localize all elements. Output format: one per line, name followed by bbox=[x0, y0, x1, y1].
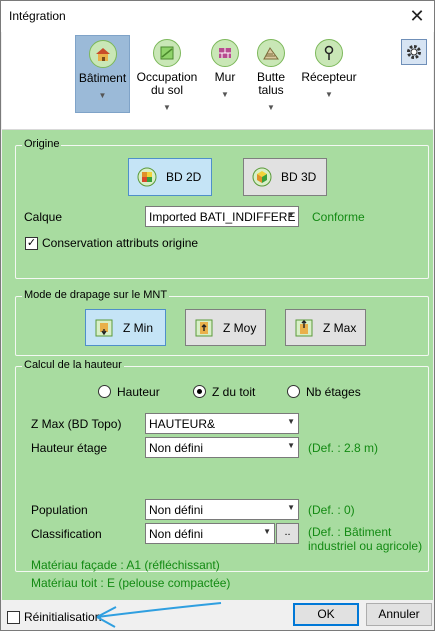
hauteur-etage-default: (Def. : 2.8 m) bbox=[308, 441, 379, 455]
calque-status: Conforme bbox=[312, 210, 365, 224]
zmin-label: Z Min bbox=[123, 320, 153, 335]
hauteur-etage-select[interactable]: Non défini ▼ bbox=[145, 437, 299, 458]
conservation-checkbox[interactable]: ✓ bbox=[25, 237, 38, 250]
conservation-label: Conservation attributs origine bbox=[42, 236, 199, 250]
group-legend: Origine bbox=[22, 138, 62, 150]
dialog-window: Intégration ✕ Bâtiment ▼ Occupation du s… bbox=[0, 0, 435, 631]
radio-nb-etages-label: Nb étages bbox=[306, 385, 361, 399]
chevron-down-icon: ▼ bbox=[163, 103, 171, 112]
close-icon[interactable]: ✕ bbox=[402, 1, 432, 31]
ribbon-label: Mur bbox=[214, 70, 236, 84]
bd3d-label: BD 3D bbox=[281, 170, 317, 184]
wall-icon bbox=[211, 39, 239, 67]
ribbon-toolbar: Bâtiment ▼ Occupation du sol ▼ Mur ▼ But… bbox=[2, 32, 433, 130]
classification-browse-button[interactable]: .. bbox=[276, 523, 299, 544]
radio-hauteur-label: Hauteur bbox=[117, 385, 160, 399]
calque-select[interactable]: Imported BATI_INDIFFERE ▼ bbox=[145, 206, 299, 227]
zmoy-icon bbox=[195, 319, 213, 336]
classification-label: Classification bbox=[31, 527, 102, 541]
bd2d-button[interactable]: BD 2D bbox=[128, 158, 212, 196]
zmax-bdtopo-value: HAUTEUR& bbox=[149, 417, 216, 431]
group-legend: Calcul de la hauteur bbox=[22, 359, 124, 371]
zmax-button[interactable]: Z Max bbox=[285, 309, 366, 346]
bd2d-icon bbox=[137, 167, 157, 187]
origine-group: Origine BD 2D BD 3D Calque Imported BATI… bbox=[15, 138, 429, 279]
chevron-down-icon: ▼ bbox=[267, 103, 275, 112]
receiver-icon bbox=[315, 39, 343, 67]
ribbon-label: Butte talus bbox=[256, 70, 286, 97]
materiau-toit-text: Matériau toit : E (pelouse compactée) bbox=[31, 576, 231, 590]
materiau-facade-text: Matériau façade : A1 (réfléchissant) bbox=[31, 558, 220, 572]
chevron-down-icon: ▼ bbox=[98, 91, 107, 100]
gear-icon bbox=[407, 45, 421, 59]
ribbon-tab-occupation-du-sol[interactable]: Occupation du sol ▼ bbox=[136, 35, 198, 113]
chevron-down-icon: ▼ bbox=[287, 210, 295, 219]
hauteur-group: Calcul de la hauteur Hauteur Z du toit N… bbox=[15, 359, 429, 572]
window-title: Intégration bbox=[9, 9, 66, 23]
radio-hauteur[interactable] bbox=[98, 385, 111, 398]
group-legend: Mode de drapage sur le MNT bbox=[22, 289, 170, 301]
bd3d-icon bbox=[252, 167, 272, 187]
population-value: Non défini bbox=[149, 503, 204, 517]
bd2d-label: BD 2D bbox=[166, 170, 202, 184]
settings-button[interactable] bbox=[401, 39, 427, 65]
reinitialisation-label: Réinitialisation bbox=[24, 610, 102, 624]
classification-default-1: (Def. : Bâtiment bbox=[308, 525, 392, 539]
bd3d-button[interactable]: BD 3D bbox=[243, 158, 327, 196]
hauteur-etage-label: Hauteur étage bbox=[31, 441, 108, 455]
radio-z-du-toit[interactable] bbox=[193, 385, 206, 398]
ribbon-label: Bâtiment bbox=[78, 71, 127, 85]
chevron-down-icon: ▼ bbox=[221, 90, 229, 99]
chevron-down-icon: ▼ bbox=[263, 527, 271, 536]
building-icon bbox=[88, 40, 117, 68]
ribbon-label: Récepteur bbox=[301, 70, 357, 84]
zmax-icon bbox=[295, 319, 313, 336]
ribbon-tab-batiment[interactable]: Bâtiment ▼ bbox=[75, 35, 130, 113]
radio-nb-etages[interactable] bbox=[287, 385, 300, 398]
calque-value: Imported BATI_INDIFFERE bbox=[149, 210, 296, 224]
ribbon-tab-butte-talus[interactable]: Butte talus ▼ bbox=[252, 35, 290, 113]
zmin-button[interactable]: Z Min bbox=[85, 309, 166, 346]
zmax-label: Z Max bbox=[323, 320, 357, 335]
zmoy-label: Z Moy bbox=[223, 320, 257, 335]
zmax-bdtopo-label: Z Max (BD Topo) bbox=[31, 417, 122, 431]
dialog-footer: Réinitialisation OK Annuler bbox=[1, 601, 434, 631]
classification-value: Non défini bbox=[149, 527, 204, 541]
chevron-down-icon: ▼ bbox=[287, 441, 295, 450]
zmax-bdtopo-select[interactable]: HAUTEUR& ▼ bbox=[145, 413, 299, 434]
chevron-down-icon: ▼ bbox=[325, 90, 333, 99]
land-use-icon bbox=[153, 39, 181, 67]
ribbon-label: Occupation du sol bbox=[136, 70, 198, 97]
calque-label: Calque bbox=[24, 210, 63, 224]
population-label: Population bbox=[31, 503, 88, 517]
chevron-down-icon: ▼ bbox=[287, 417, 295, 426]
drapage-group: Mode de drapage sur le MNT Z Min Z Moy Z… bbox=[15, 289, 429, 356]
hauteur-etage-value: Non défini bbox=[149, 441, 204, 455]
ok-button[interactable]: OK bbox=[293, 603, 359, 626]
embankment-icon bbox=[257, 39, 285, 67]
population-default: (Def. : 0) bbox=[308, 503, 355, 517]
zmin-icon bbox=[95, 319, 113, 336]
title-bar: Intégration ✕ bbox=[1, 1, 434, 32]
radio-z-du-toit-label: Z du toit bbox=[212, 385, 256, 399]
settings-panel: Origine BD 2D BD 3D Calque Imported BATI… bbox=[2, 130, 433, 600]
zmoy-button[interactable]: Z Moy bbox=[185, 309, 266, 346]
reinitialisation-checkbox[interactable] bbox=[7, 611, 20, 624]
chevron-down-icon: ▼ bbox=[287, 503, 295, 512]
ribbon-tab-mur[interactable]: Mur ▼ bbox=[206, 35, 244, 113]
population-select[interactable]: Non défini ▼ bbox=[145, 499, 299, 520]
ribbon-tab-recepteur[interactable]: Récepteur ▼ bbox=[298, 35, 360, 113]
classification-default-2: industriel ou agricole) bbox=[308, 539, 423, 553]
classification-select[interactable]: Non défini ▼ bbox=[145, 523, 275, 544]
cancel-button[interactable]: Annuler bbox=[366, 603, 432, 626]
